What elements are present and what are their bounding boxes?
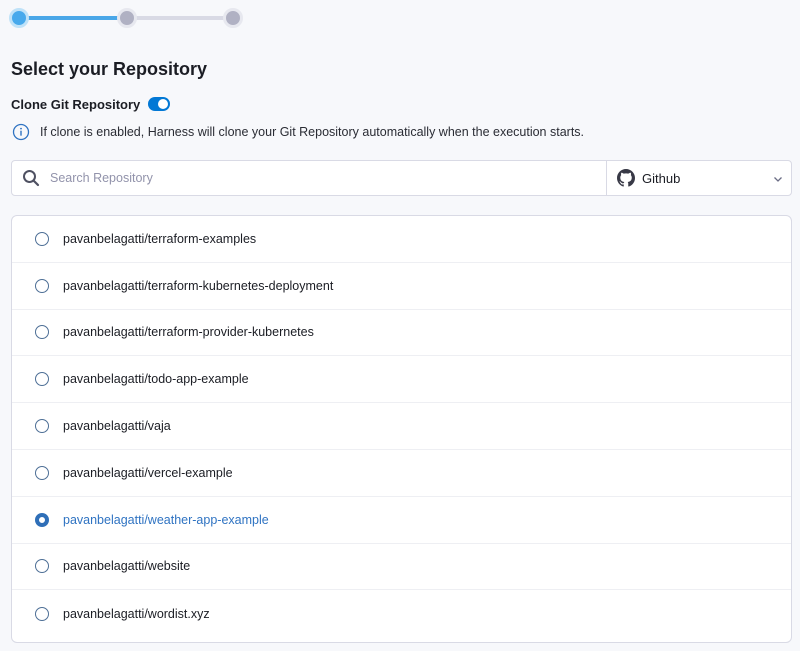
repository-list-item[interactable]: pavanbelagatti/vercel-example: [12, 450, 791, 497]
search-field[interactable]: [12, 161, 607, 195]
step-2-dot[interactable]: [117, 8, 137, 28]
repository-name: pavanbelagatti/vaja: [63, 419, 171, 434]
select-repository-page: Select your Repository Clone Git Reposit…: [0, 0, 800, 651]
git-provider-label: Github: [642, 170, 681, 186]
repository-list-item[interactable]: pavanbelagatti/wordist.xyz: [12, 590, 791, 637]
toggle-knob: [158, 99, 169, 109]
repository-list-item[interactable]: pavanbelagatti/terraform-kubernetes-depl…: [12, 263, 791, 310]
repository-list-item[interactable]: pavanbelagatti/terraform-provider-kubern…: [12, 310, 791, 357]
github-icon: [617, 169, 635, 187]
repository-list-item[interactable]: pavanbelagatti/terraform-examples: [12, 216, 791, 263]
repository-list-item[interactable]: pavanbelagatti/todo-app-example: [12, 356, 791, 404]
repository-list-item[interactable]: pavanbelagatti/weather-app-example: [12, 497, 791, 544]
stepper-line-pending: [129, 16, 237, 20]
repository-list-item[interactable]: pavanbelagatti/vaja: [12, 403, 791, 450]
clone-info-row: If clone is enabled, Harness will clone …: [12, 122, 584, 142]
repository-radio-button[interactable]: [35, 419, 49, 434]
chevron-down-icon: [774, 177, 782, 182]
repository-list: pavanbelagatti/terraform-examples pavanbe…: [11, 215, 792, 643]
page-title: Select your Repository: [11, 59, 208, 79]
clone-repository-toggle[interactable]: [148, 97, 171, 111]
step-3-dot[interactable]: [223, 8, 243, 28]
repository-radio-button[interactable]: [35, 278, 49, 293]
git-provider-select[interactable]: Github: [607, 161, 791, 195]
search-repository-input[interactable]: [48, 170, 552, 186]
repository-name: pavanbelagatti/weather-app-example: [63, 512, 269, 527]
repository-radio-button[interactable]: [35, 606, 49, 621]
repository-radio-button[interactable]: [35, 512, 49, 527]
clone-repository-row: Clone Git Repository: [11, 95, 171, 113]
repository-radio-button[interactable]: [35, 559, 49, 574]
repository-radio-button[interactable]: [35, 325, 49, 340]
repository-radio-button[interactable]: [35, 465, 49, 480]
repository-name: pavanbelagatti/vercel-example: [63, 465, 233, 480]
stepper-line-complete: [19, 16, 129, 20]
repository-radio-button[interactable]: [35, 231, 49, 246]
repository-radio-button[interactable]: [35, 372, 49, 387]
repository-search-bar: Github: [11, 160, 792, 196]
clone-repository-label: Clone Git Repository: [11, 96, 141, 112]
repository-name: pavanbelagatti/todo-app-example: [63, 372, 249, 387]
step-1-dot[interactable]: [9, 8, 29, 28]
repository-name: pavanbelagatti/terraform-provider-kubern…: [63, 325, 314, 340]
repository-list-item[interactable]: pavanbelagatti/website: [12, 544, 791, 591]
repository-name: pavanbelagatti/website: [63, 559, 191, 574]
search-icon: [23, 170, 40, 187]
repository-name: pavanbelagatti/terraform-kubernetes-depl…: [63, 278, 334, 293]
info-icon: [12, 123, 30, 141]
repository-name: pavanbelagatti/wordist.xyz: [63, 606, 210, 621]
repository-name: pavanbelagatti/terraform-examples: [63, 231, 257, 246]
progress-stepper: [9, 8, 243, 28]
clone-info-text: If clone is enabled, Harness will clone …: [40, 125, 585, 139]
